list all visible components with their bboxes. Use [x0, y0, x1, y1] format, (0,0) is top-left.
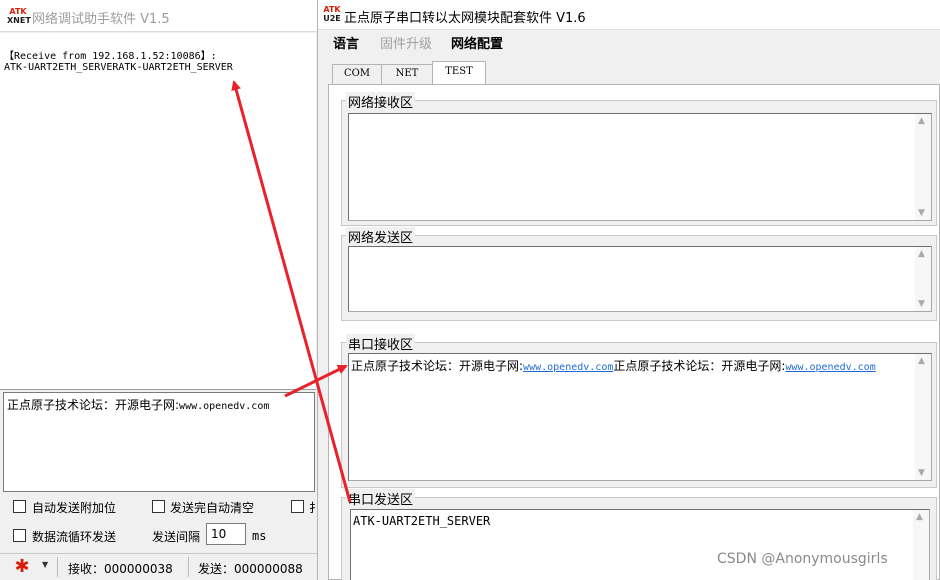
serial-recv-scrollbar[interactable]: ▲ ▼ [915, 354, 931, 480]
serial-recv-text: 正点原子技术论坛：开源电子网: [351, 359, 524, 373]
atk-u2e-logo: ATK U2E [321, 5, 343, 25]
interval-unit: ms [252, 529, 267, 543]
menu-network-config[interactable]: 网络配置 [451, 33, 503, 52]
serial-send-group: 串口发送区 ATK-UART2ETH_SERVER ▲ [341, 489, 937, 580]
net-recv-group: 网络接收区 ▲ ▼ [341, 92, 937, 226]
logo-text-top: ATK [9, 7, 27, 16]
serial-recv-content: 正点原子技术论坛：开源电子网:www.openedv.com正点原子技术论坛：开… [351, 357, 876, 374]
serial-recv-link[interactable]: www.openedv.com [523, 362, 613, 373]
right-title-bar: ATK U2E 正点原子串口转以太网模块配套软件 V1.6 [318, 0, 940, 30]
recv-count-text: 接收：000000038 [68, 560, 173, 577]
send-count-value: 000000088 [234, 562, 303, 576]
serial-recv-textarea[interactable]: 正点原子技术论坛：开源电子网:www.openedv.com正点原子技术论坛：开… [348, 353, 932, 481]
scroll-down-icon[interactable]: ▼ [918, 468, 925, 478]
cut-option-label: 扌 [309, 499, 317, 516]
scroll-down-icon[interactable]: ▼ [918, 299, 925, 309]
left-window-title: 网络调试助手软件 V1.5 [32, 12, 170, 27]
auto-append-checkbox[interactable] [13, 500, 26, 513]
serial-recv-link[interactable]: www.openedv.com [785, 362, 875, 373]
loop-send-label: 数据流循环发送 [32, 530, 117, 544]
interval-label: 发送间隔 [152, 530, 201, 544]
serial-recv-group-label: 串口接收区 [346, 334, 416, 353]
receive-data: ATK-UART2ETH_SERVERATK-UART2ETH_SERVER [4, 62, 233, 73]
recv-count-label: 接收： [68, 562, 105, 576]
logo-text-bottom: U2E [323, 14, 341, 23]
serial-send-group-label: 串口发送区 [346, 489, 416, 508]
loop-send-checkbox[interactable] [13, 529, 26, 542]
status-divider [57, 557, 58, 577]
net-send-textarea[interactable]: ▲ ▼ [348, 246, 932, 312]
right-window-title: 正点原子串口转以太网模块配套软件 V1.6 [344, 11, 586, 26]
left-title-bar: ATK XNET 网络调试助手软件 V1.5 [0, 0, 317, 32]
send-text-url: www.openedv.com [179, 401, 270, 412]
net-recv-textarea[interactable]: ▲ ▼ [348, 113, 932, 221]
left-send-textarea[interactable]: 正点原子技术论坛：开源电子网:www.openedv.com [3, 392, 315, 492]
left-receive-area[interactable]: 【Receive from 192.168.1.52:10086】: ATK-U… [0, 33, 316, 390]
tab-net[interactable]: NET [381, 64, 433, 84]
send-count-text: 发送：000000088 [198, 560, 303, 577]
auto-clear-checkbox[interactable] [152, 500, 165, 513]
send-text: 正点原子技术论坛：开源电子网:www.openedv.com [7, 396, 269, 413]
dropdown-arrow-icon[interactable]: ▼ [42, 560, 48, 569]
net-send-group: 网络发送区 ▲ ▼ [341, 227, 937, 321]
send-count-label: 发送： [198, 562, 235, 576]
status-divider [188, 557, 189, 577]
scroll-up-icon[interactable]: ▲ [916, 512, 923, 522]
serial-recv-group: 串口接收区 正点原子技术论坛：开源电子网:www.openedv.com正点原子… [341, 334, 937, 488]
serial-send-scrollbar[interactable]: ▲ [913, 510, 929, 580]
net-send-group-label: 网络发送区 [346, 227, 416, 246]
atk-xnet-logo: ATK XNET [7, 7, 31, 27]
scroll-up-icon[interactable]: ▲ [918, 116, 925, 126]
serial-send-textarea[interactable]: ATK-UART2ETH_SERVER ▲ [350, 509, 930, 580]
serial-recv-text: 正点原子技术论坛：开源电子网: [613, 359, 786, 373]
tab-com[interactable]: COM [332, 64, 382, 84]
logo-text-top: ATK [323, 5, 341, 14]
interval-input[interactable]: 10 [206, 523, 246, 545]
network-debug-assistant-window: ATK XNET 网络调试助手软件 V1.5 【Receive from 192… [0, 0, 318, 580]
auto-clear-label: 发送完自动清空 [170, 501, 255, 515]
csdn-watermark: CSDN @Anonymousgirls [717, 551, 888, 567]
auto-append-label: 自动发送附加位 [32, 501, 117, 515]
recv-count-value: 000000038 [104, 562, 173, 576]
logo-text-bottom: XNET [7, 16, 31, 25]
scroll-up-icon[interactable]: ▲ [918, 356, 925, 366]
tab-test[interactable]: TEST [432, 61, 486, 85]
menu-language[interactable]: 语言 [333, 33, 359, 52]
menu-bar: 语言 固件升级 网络配置 [318, 30, 940, 54]
net-send-scrollbar[interactable]: ▲ ▼ [915, 247, 931, 311]
scroll-down-icon[interactable]: ▼ [918, 208, 925, 218]
cut-option-checkbox[interactable] [291, 500, 304, 513]
menu-firmware-upgrade[interactable]: 固件升级 [380, 33, 432, 52]
serial-ethernet-config-window: ATK U2E 正点原子串口转以太网模块配套软件 V1.6 语言 固件升级 网络… [318, 0, 940, 580]
send-text-cn: 正点原子技术论坛：开源电子网: [7, 398, 180, 412]
receive-header: 【Receive from 192.168.1.52:10086】: [4, 51, 217, 62]
serial-send-text: ATK-UART2ETH_SERVER [353, 514, 491, 528]
scroll-up-icon[interactable]: ▲ [918, 249, 925, 259]
net-recv-scrollbar[interactable]: ▲ ▼ [915, 114, 931, 220]
gear-icon[interactable]: ✱ [12, 557, 32, 577]
test-tab-panel: 网络接收区 ▲ ▼ 网络发送区 ▲ ▼ 串口接收区 正点原子技术论坛：开源电子网… [328, 84, 940, 580]
net-recv-group-label: 网络接收区 [346, 92, 416, 111]
